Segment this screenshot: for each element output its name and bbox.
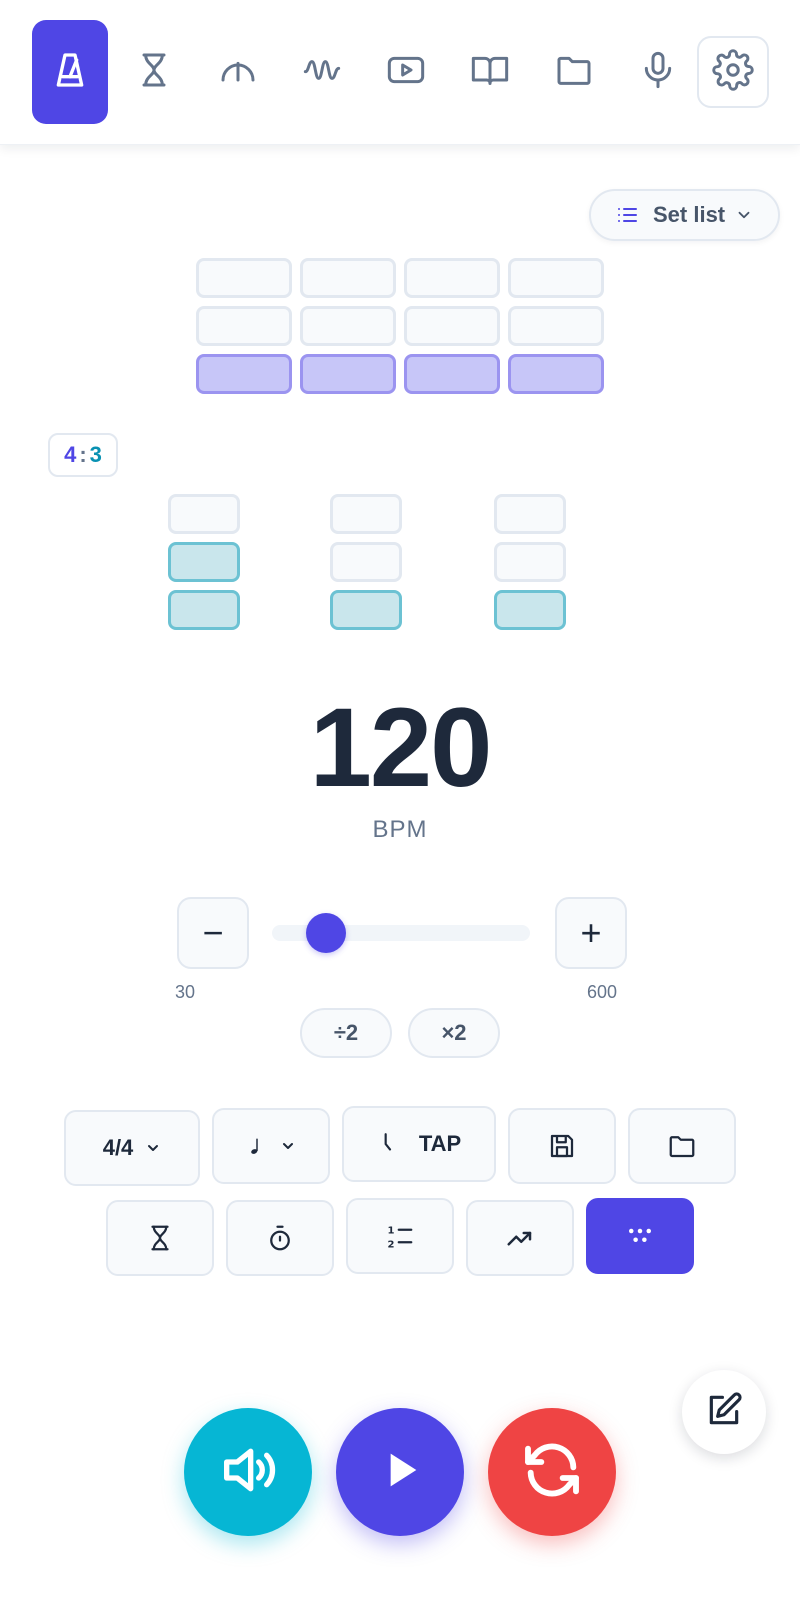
chevron-down-icon [725, 206, 753, 224]
svg-text:2: 2 [388, 1239, 395, 1250]
play-button[interactable] [336, 1408, 464, 1536]
settings-button[interactable] [697, 36, 769, 108]
open-preset-button[interactable] [628, 1108, 736, 1184]
timer-tool-button[interactable] [106, 1200, 214, 1276]
ratio-primary: 4 [64, 442, 77, 467]
metronome-icon [50, 50, 90, 95]
beat-cell[interactable] [300, 306, 396, 346]
stopwatch-icon [265, 1223, 295, 1253]
nav-tuner-button[interactable] [200, 20, 276, 124]
beat-cell[interactable] [494, 542, 566, 582]
nav-video-button[interactable] [368, 20, 444, 124]
hourglass-icon [145, 1223, 175, 1253]
decrease-tempo-button[interactable]: − [177, 897, 249, 969]
increase-tempo-button[interactable]: + [555, 897, 627, 969]
gauge-icon [218, 50, 258, 95]
beat-cell[interactable] [494, 590, 566, 630]
double-tempo-button[interactable]: ×2 [408, 1008, 500, 1058]
numbered-list-icon: 12 [385, 1221, 415, 1251]
beat-cell[interactable] [168, 542, 240, 582]
book-icon [470, 50, 510, 95]
refresh-icon [520, 1438, 584, 1507]
speaker-icon [216, 1438, 280, 1507]
beat-cell[interactable] [330, 542, 402, 582]
beat-cell[interactable] [196, 354, 292, 394]
nav-timer-button[interactable] [116, 20, 192, 124]
nav-waveform-button[interactable] [284, 20, 360, 124]
video-icon [386, 50, 426, 95]
beat-cell[interactable] [494, 494, 566, 534]
subdivision-button[interactable] [586, 1198, 694, 1274]
tempo-slider-thumb[interactable] [306, 913, 346, 953]
beat-cell[interactable] [404, 306, 500, 346]
edit-button[interactable] [682, 1370, 766, 1454]
beat-cell[interactable] [404, 258, 500, 298]
play-icon [372, 1442, 428, 1503]
top-navigation-bar [0, 0, 800, 145]
note-value-dropdown[interactable] [212, 1108, 330, 1184]
halve-tempo-button[interactable]: ÷2 [300, 1008, 392, 1058]
ratio-separator: : [79, 442, 87, 467]
tempo-min-label: 30 [175, 982, 196, 1002]
nav-microphone-button[interactable] [620, 20, 696, 124]
chevron-down-icon [133, 1140, 161, 1156]
waveform-icon [302, 50, 342, 95]
dots-grid-icon [625, 1221, 655, 1251]
time-signature-dropdown[interactable]: 4/4 [64, 1110, 200, 1186]
sound-button[interactable] [184, 1408, 312, 1536]
save-icon [547, 1131, 577, 1161]
tap-tempo-button[interactable]: TAP [342, 1106, 496, 1182]
list-icon [615, 203, 639, 227]
tap-label: TAP [418, 1131, 462, 1156]
setlist-label: Set list [653, 202, 726, 227]
folder-icon [667, 1131, 697, 1161]
svg-text:1: 1 [388, 1226, 395, 1237]
beat-cell[interactable] [508, 354, 604, 394]
polyrhythm-ratio-badge[interactable]: 4 : 3 [48, 433, 118, 477]
bpm-label: BPM [372, 816, 428, 843]
hourglass-icon [134, 50, 174, 95]
beat-cell[interactable] [168, 494, 240, 534]
save-preset-button[interactable] [508, 1108, 616, 1184]
beat-cell[interactable] [300, 258, 396, 298]
bpm-value: 120 [309, 685, 493, 810]
beat-cell[interactable] [508, 306, 604, 346]
nav-folder-button[interactable] [536, 20, 612, 124]
ratio-secondary: 3 [89, 442, 102, 467]
gear-icon [712, 48, 754, 96]
quarter-note-icon [246, 1135, 268, 1157]
chevron-down-icon [268, 1138, 296, 1154]
nav-book-button[interactable] [452, 20, 528, 124]
folder-icon [554, 50, 594, 95]
setlist-dropdown[interactable]: Set list [589, 189, 780, 241]
edit-icon [705, 1391, 743, 1434]
beat-cell[interactable] [330, 590, 402, 630]
microphone-icon [638, 50, 678, 95]
trending-up-icon [505, 1223, 535, 1253]
beat-cell[interactable] [404, 354, 500, 394]
beat-cell[interactable] [196, 258, 292, 298]
beat-cell[interactable] [196, 306, 292, 346]
beat-cell[interactable] [168, 590, 240, 630]
stopwatch-tool-button[interactable] [226, 1200, 334, 1276]
beat-cell[interactable] [508, 258, 604, 298]
counter-tool-button[interactable]: 12 [346, 1198, 454, 1274]
tempo-max-label: 600 [587, 982, 618, 1002]
time-signature-value: 4/4 [102, 1135, 134, 1160]
beat-cell[interactable] [300, 354, 396, 394]
tap-finger-icon [377, 1131, 419, 1157]
nav-metronome-button[interactable] [32, 20, 108, 124]
tempo-ramp-button[interactable] [466, 1200, 574, 1276]
reset-button[interactable] [488, 1408, 616, 1536]
beat-cell[interactable] [330, 494, 402, 534]
